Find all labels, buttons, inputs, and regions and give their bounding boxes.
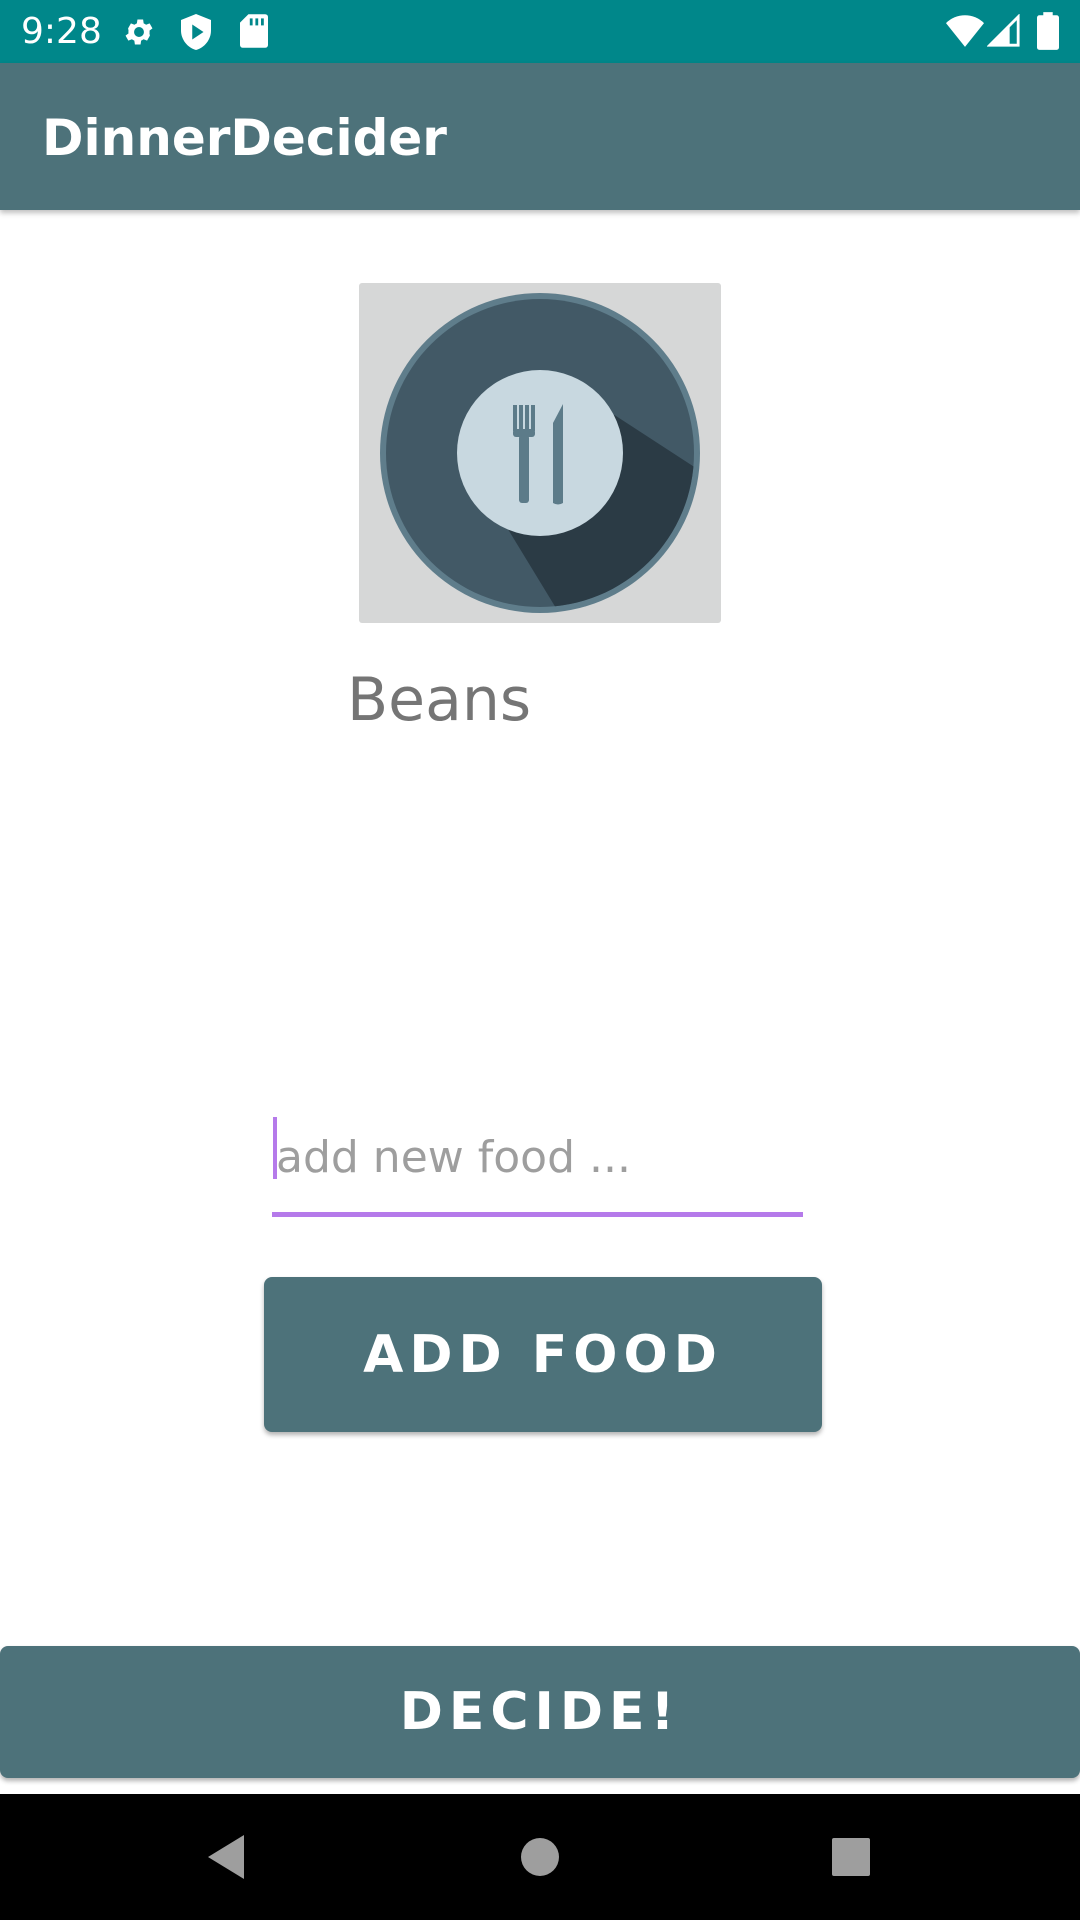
cell-signal-icon	[987, 14, 1021, 48]
wifi-icon	[946, 15, 984, 47]
app-bar: DinnerDecider	[0, 63, 1080, 210]
decide-button[interactable]: DECIDE!	[0, 1646, 1080, 1778]
status-time: 9:28	[21, 11, 102, 52]
food-image	[359, 283, 721, 623]
text-cursor	[273, 1117, 277, 1179]
input-underline	[272, 1212, 803, 1217]
navigation-bar	[0, 1794, 1080, 1920]
plate-fork-knife-icon	[380, 293, 700, 613]
add-food-input[interactable]	[272, 1105, 803, 1210]
status-bar: 9:28	[0, 0, 1080, 63]
sd-card-icon	[240, 14, 268, 48]
add-food-button[interactable]: ADD FOOD	[264, 1277, 822, 1432]
settings-icon	[122, 15, 156, 49]
food-name: Beans	[347, 665, 532, 735]
battery-icon	[1037, 12, 1059, 50]
recents-icon[interactable]	[791, 1794, 911, 1920]
app-title: DinnerDecider	[42, 109, 447, 167]
shield-play-icon	[180, 14, 212, 50]
food-input-container	[272, 1105, 803, 1218]
home-icon[interactable]	[480, 1794, 600, 1920]
back-icon[interactable]	[166, 1794, 286, 1920]
